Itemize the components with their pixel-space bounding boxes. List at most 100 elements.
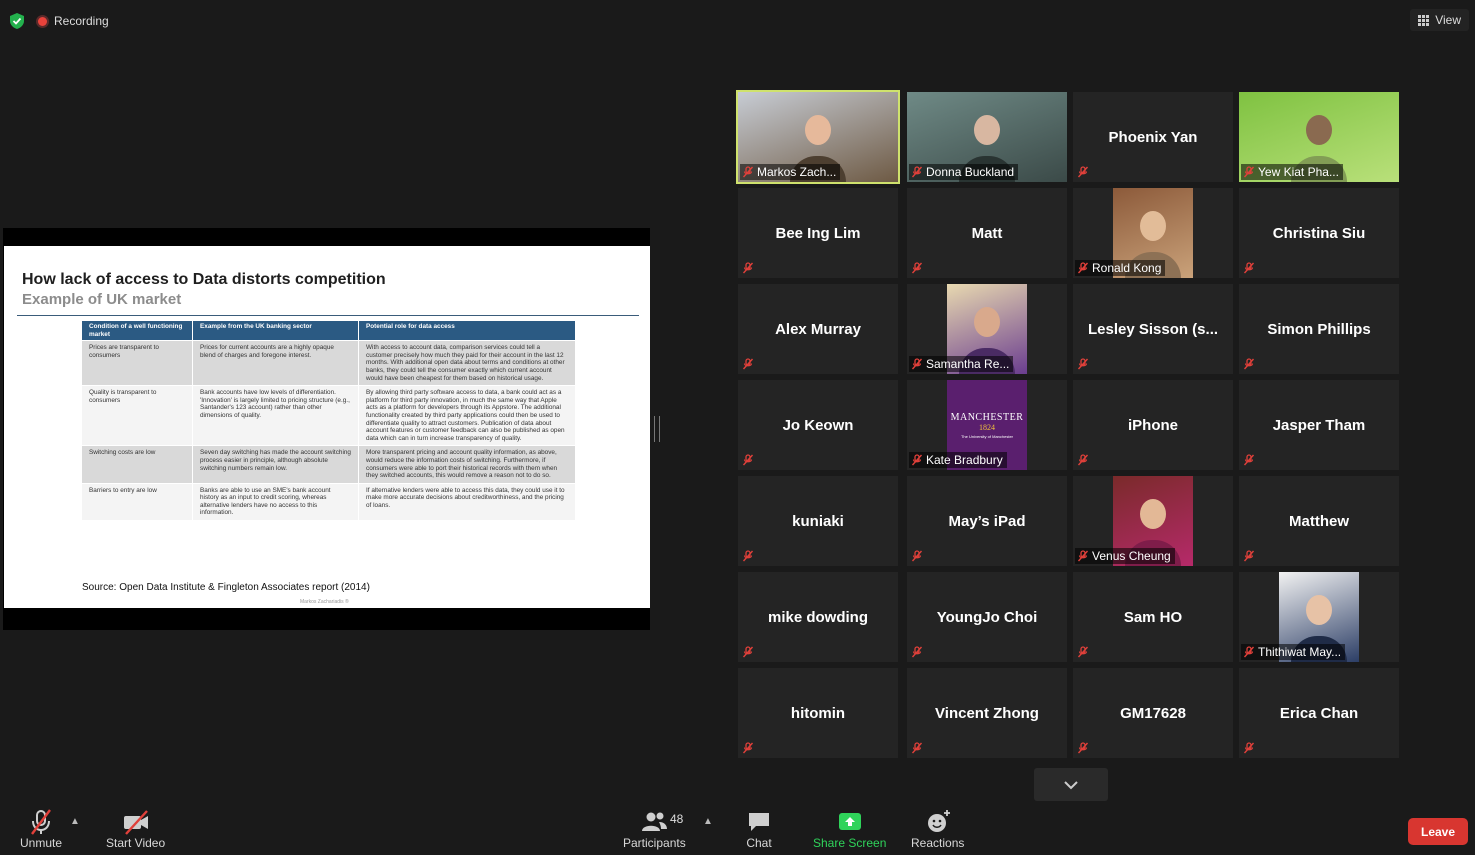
muted-microphone-icon bbox=[911, 741, 923, 754]
participant-tile[interactable]: Phoenix Yan bbox=[1073, 92, 1233, 182]
participant-name: Sam HO bbox=[1123, 608, 1183, 626]
participant-tile[interactable]: Markos Zach... bbox=[736, 90, 900, 184]
muted-microphone-icon bbox=[1077, 262, 1089, 274]
participant-tile[interactable]: Venus Cheung bbox=[1073, 476, 1233, 566]
participant-tile[interactable]: Jasper Tham bbox=[1239, 380, 1399, 470]
participant-silhouette bbox=[1306, 115, 1332, 146]
participant-tile[interactable]: Erica Chan bbox=[1239, 668, 1399, 758]
participant-tile[interactable]: Simon Phillips bbox=[1239, 284, 1399, 374]
view-label: View bbox=[1435, 13, 1461, 27]
participant-name: iPhone bbox=[1127, 416, 1178, 434]
participant-name: Lesley Sisson (s... bbox=[1087, 320, 1219, 338]
audio-options-caret-icon[interactable]: ▲ bbox=[70, 816, 80, 827]
muted-microphone-icon bbox=[1243, 741, 1255, 754]
participants-label: Participants bbox=[623, 836, 686, 850]
meeting-toolbar: Unmute ▲ Start Video Participants 48 ▲ C… bbox=[0, 800, 1475, 855]
muted-microphone-icon bbox=[1243, 453, 1255, 466]
participant-tile[interactable]: mike dowding bbox=[738, 572, 898, 662]
table-row: Switching costs are low Seven day switch… bbox=[82, 446, 575, 483]
muted-microphone-icon bbox=[911, 549, 923, 562]
participant-name: YoungJo Choi bbox=[936, 608, 1038, 626]
participant-tile[interactable]: Bee Ing Lim bbox=[738, 188, 898, 278]
participant-tile[interactable]: hitomin bbox=[738, 668, 898, 758]
participant-tile[interactable]: May’s iPad bbox=[907, 476, 1067, 566]
reactions-button[interactable]: Reactions bbox=[911, 808, 964, 850]
security-shield-icon[interactable] bbox=[8, 12, 26, 30]
participant-name: Jo Keown bbox=[782, 416, 854, 434]
muted-microphone-icon bbox=[1077, 165, 1089, 178]
presentation-slide: How lack of access to Data distorts comp… bbox=[4, 246, 650, 608]
muted-microphone-icon bbox=[1077, 741, 1089, 754]
slide-footer: Markos Zachariadis ® bbox=[300, 599, 349, 605]
split-view-handle[interactable] bbox=[654, 416, 660, 442]
participant-tile[interactable]: Matthew bbox=[1239, 476, 1399, 566]
participant-name-label: Markos Zach... bbox=[740, 164, 841, 180]
participant-tile[interactable]: Donna Buckland bbox=[907, 92, 1067, 182]
participant-name: GM17628 bbox=[1120, 704, 1186, 722]
muted-microphone-icon bbox=[911, 645, 923, 658]
unmute-label: Unmute bbox=[20, 836, 63, 850]
participant-tile[interactable]: Vincent Zhong bbox=[907, 668, 1067, 758]
muted-microphone-icon bbox=[1077, 453, 1089, 466]
table-cell: With access to account data, comparison … bbox=[359, 341, 575, 386]
muted-microphone-icon bbox=[742, 166, 754, 178]
muted-microphone-icon bbox=[911, 454, 923, 466]
participant-name: Christina Siu bbox=[1272, 224, 1366, 242]
participant-name: Samantha Re... bbox=[926, 357, 1010, 371]
muted-microphone-icon bbox=[742, 549, 754, 562]
participants-options-caret-icon[interactable]: ▲ bbox=[703, 816, 713, 827]
muted-microphone-icon bbox=[742, 261, 754, 274]
muted-microphone-icon bbox=[742, 645, 754, 658]
table-cell: Prices for current accounts are a highly… bbox=[193, 341, 358, 386]
participant-tile[interactable]: Alex Murray bbox=[738, 284, 898, 374]
participant-silhouette bbox=[974, 307, 1000, 338]
participant-tile[interactable]: Ronald Kong bbox=[1073, 188, 1233, 278]
participant-tile[interactable]: Samantha Re... bbox=[907, 284, 1067, 374]
table-row: Quality is transparent to consumers Bank… bbox=[82, 386, 575, 446]
slide-title: How lack of access to Data distorts comp… bbox=[22, 271, 386, 288]
slide-source: Source: Open Data Institute & Fingleton … bbox=[82, 582, 370, 593]
muted-microphone-icon bbox=[742, 357, 754, 370]
share-screen-button[interactable]: Share Screen bbox=[813, 808, 886, 850]
participant-tile[interactable]: MANCHESTER 1824 The University of Manchest… bbox=[907, 380, 1067, 470]
participant-tile[interactable]: iPhone bbox=[1073, 380, 1233, 470]
participant-tile[interactable]: GM17628 bbox=[1073, 668, 1233, 758]
participants-count-badge: 48 bbox=[670, 812, 684, 826]
participant-tile[interactable]: Christina Siu bbox=[1239, 188, 1399, 278]
chat-button[interactable]: Chat bbox=[746, 808, 772, 850]
table-header: Example from the UK banking sector bbox=[193, 321, 358, 341]
reaction-smiley-icon bbox=[924, 808, 952, 836]
participant-tile[interactable]: Matt bbox=[907, 188, 1067, 278]
leave-button[interactable]: Leave bbox=[1408, 818, 1468, 845]
top-bar: Recording View bbox=[0, 0, 1475, 40]
participant-name: Alex Murray bbox=[775, 320, 861, 338]
participant-tile[interactable]: Yew Kiat Pha... bbox=[1239, 92, 1399, 182]
participant-tile[interactable]: Jo Keown bbox=[738, 380, 898, 470]
muted-microphone-icon bbox=[1077, 645, 1089, 658]
view-button[interactable]: View bbox=[1410, 9, 1469, 31]
slide-divider bbox=[17, 315, 639, 316]
shared-screen[interactable]: How lack of access to Data distorts comp… bbox=[3, 228, 650, 630]
unmute-button[interactable]: Unmute bbox=[20, 808, 62, 850]
table-cell: More transparent pricing and account qua… bbox=[359, 446, 575, 483]
gallery-next-page-button[interactable] bbox=[1034, 768, 1108, 801]
participant-tile[interactable]: Thithiwat May... bbox=[1239, 572, 1399, 662]
participant-tile[interactable]: YoungJo Choi bbox=[907, 572, 1067, 662]
chevron-down-icon bbox=[1064, 780, 1078, 789]
participant-name-label: Samantha Re... bbox=[909, 356, 1014, 372]
participant-name: Kate Bradbury bbox=[926, 453, 1003, 467]
recording-indicator[interactable]: Recording bbox=[38, 11, 109, 31]
participant-silhouette bbox=[1306, 595, 1332, 626]
logo-text: MANCHESTER bbox=[950, 411, 1024, 423]
participant-silhouette bbox=[805, 115, 831, 146]
start-video-label: Start Video bbox=[106, 836, 166, 850]
start-video-button[interactable]: Start Video bbox=[106, 808, 165, 850]
muted-microphone-icon bbox=[911, 358, 923, 370]
muted-microphone-icon bbox=[1077, 550, 1089, 562]
muted-microphone-icon bbox=[1077, 357, 1089, 370]
participant-name: Markos Zach... bbox=[757, 165, 837, 179]
table-cell: By allowing third party software access … bbox=[359, 386, 575, 446]
participant-tile[interactable]: Lesley Sisson (s... bbox=[1073, 284, 1233, 374]
participant-tile[interactable]: kuniaki bbox=[738, 476, 898, 566]
participant-tile[interactable]: Sam HO bbox=[1073, 572, 1233, 662]
